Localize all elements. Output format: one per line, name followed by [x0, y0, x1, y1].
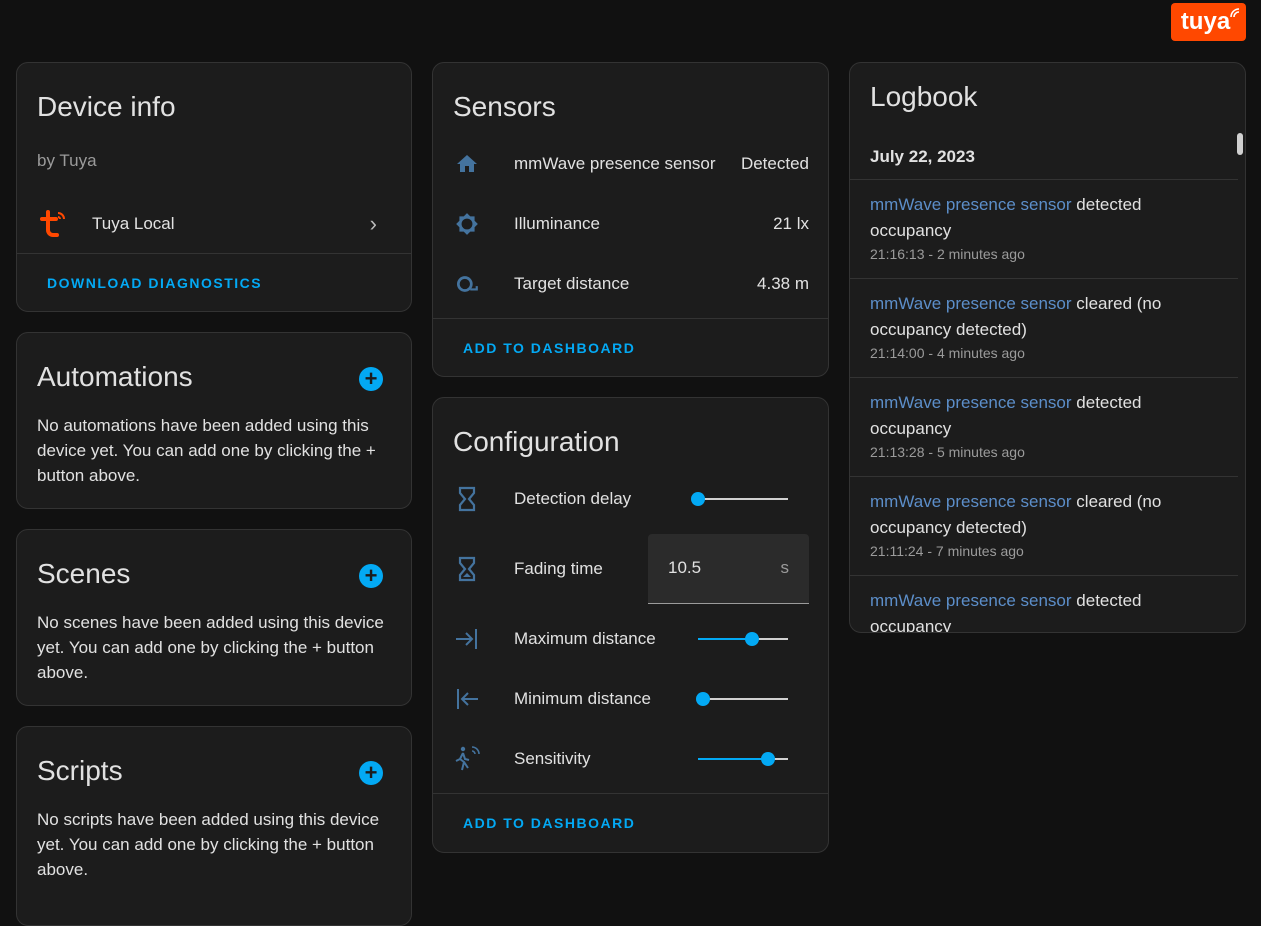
hourglass-icon — [453, 485, 481, 513]
minimum-distance-slider[interactable] — [695, 692, 788, 706]
arrow-collapse-right-icon — [453, 625, 481, 653]
sensor-value: 21 lx — [773, 214, 809, 233]
log-entry: mmWave presence sensor cleared (no occup… — [850, 278, 1238, 373]
entity-link[interactable]: mmWave presence sensor — [870, 591, 1072, 610]
chevron-right-icon: › — [369, 211, 377, 236]
detection-delay-slider[interactable] — [691, 492, 788, 506]
config-label: Minimum distance — [514, 689, 651, 708]
slider-knob[interactable] — [691, 492, 705, 506]
integration-link[interactable]: Tuya Local › — [17, 199, 411, 249]
config-label: Fading time — [514, 559, 603, 578]
add-to-dashboard-button[interactable]: ADD TO DASHBOARD — [463, 340, 635, 356]
card-description: No scenes have been added using this dev… — [37, 613, 384, 682]
divider — [433, 793, 828, 794]
log-time: 21:14:00 - 4 minutes ago — [870, 345, 1025, 361]
motion-sensor-icon — [453, 745, 481, 773]
card-description: No automations have been added using thi… — [37, 416, 376, 485]
card-description: No scripts have been added using this de… — [37, 810, 380, 879]
target-distance-icon — [453, 270, 481, 298]
sensor-label: Illuminance — [514, 214, 600, 233]
entity-link[interactable]: mmWave presence sensor — [870, 393, 1072, 412]
config-label: Sensitivity — [514, 749, 591, 768]
add-automation-button[interactable]: + — [359, 367, 383, 391]
entity-link[interactable]: mmWave presence sensor — [870, 492, 1072, 511]
logbook-date: July 22, 2023 — [870, 147, 975, 166]
fading-time-input[interactable]: 10.5 s — [648, 534, 809, 604]
card-title: Automations — [37, 361, 193, 392]
logbook-card: Logbook July 22, 2023 mmWave presence se… — [849, 62, 1246, 633]
log-time: 21:13:28 - 5 minutes ago — [870, 444, 1025, 460]
card-title: Configuration — [453, 426, 620, 457]
logo-text: tuya — [1180, 8, 1231, 35]
scrollbar-thumb[interactable] — [1237, 133, 1243, 155]
tuya-logo: tuya — [1171, 3, 1246, 41]
card-title: Scripts — [37, 755, 123, 786]
log-time: 21:11:24 - 7 minutes ago — [870, 543, 1024, 559]
sensitivity-slider[interactable] — [698, 752, 788, 766]
card-title: Sensors — [453, 91, 556, 122]
sensor-value: Detected — [740, 154, 809, 173]
scripts-card: Scripts + No scripts have been added usi… — [16, 726, 412, 926]
log-time: 21:16:13 - 2 minutes ago — [870, 246, 1025, 262]
add-to-dashboard-button[interactable]: ADD TO DASHBOARD — [463, 815, 635, 831]
scenes-card: Scenes + No scenes have been added using… — [16, 529, 412, 706]
slider-fill — [698, 638, 752, 640]
input-unit: s — [780, 558, 790, 577]
card-title: Scenes — [37, 558, 131, 589]
config-label: Detection delay — [514, 489, 632, 508]
sensor-value: 4.38 m — [757, 274, 809, 293]
sensor-label: Target distance — [514, 274, 630, 293]
log-entry: mmWave presence sensor detected occupanc… — [850, 179, 1238, 274]
device-info-card: Device info by Tuya Tuya Local › DOWNLOA… — [16, 62, 412, 312]
maximum-distance-slider[interactable] — [698, 632, 788, 646]
slider-fill — [698, 758, 769, 760]
slider-knob[interactable] — [695, 692, 710, 706]
download-diagnostics-button[interactable]: DOWNLOAD DIAGNOSTICS — [47, 275, 262, 291]
add-script-button[interactable]: + — [359, 761, 383, 785]
slider-knob[interactable] — [745, 632, 759, 646]
input-value: 10.5 — [668, 558, 702, 577]
automations-card: Automations + No automations have been a… — [16, 332, 412, 509]
arrow-collapse-left-icon — [453, 685, 481, 713]
divider — [433, 318, 828, 319]
configuration-card: Configuration Detection delay Fading tim… — [432, 397, 829, 853]
entity-link[interactable]: mmWave presence sensor — [870, 294, 1072, 313]
config-label: Maximum distance — [514, 629, 656, 648]
card-title: Device info — [37, 91, 176, 122]
entity-link[interactable]: mmWave presence sensor — [870, 195, 1072, 214]
log-entry: mmWave presence sensor detected occupanc… — [850, 377, 1238, 472]
integration-name: Tuya Local — [92, 214, 175, 233]
card-title: Logbook — [870, 81, 978, 112]
home-icon — [453, 150, 481, 178]
sensor-row[interactable]: Target distance 4.38 m — [453, 269, 809, 299]
divider — [17, 253, 411, 254]
log-entry: mmWave presence sensor cleared (no occup… — [850, 476, 1238, 571]
sensor-row[interactable]: mmWave presence sensor Detected — [453, 149, 809, 179]
tuya-icon — [40, 210, 65, 237]
log-entry: mmWave presence sensor detected occupanc… — [850, 575, 1238, 632]
sensors-card: Sensors mmWave presence sensor Detected … — [432, 62, 829, 377]
add-scene-button[interactable]: + — [359, 564, 383, 588]
sensor-label: mmWave presence sensor — [514, 154, 716, 173]
manufacturer: by Tuya — [37, 151, 97, 170]
wifi-icon — [1230, 8, 1240, 18]
hourglass-icon — [453, 555, 481, 583]
brightness-icon — [453, 210, 481, 238]
sensor-row[interactable]: Illuminance 21 lx — [453, 209, 809, 239]
